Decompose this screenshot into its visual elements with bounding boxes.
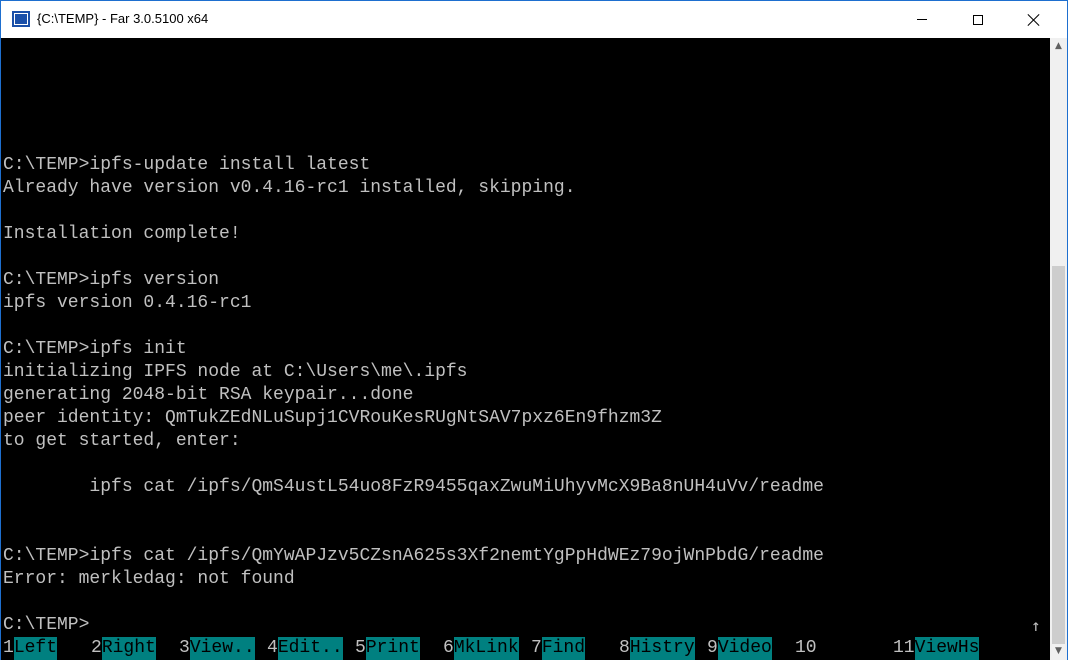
fkey-6-mklink[interactable]: 6MkLink (443, 637, 519, 660)
console-lines: C:\TEMP>ipfs-update install latest Alrea… (3, 154, 824, 637)
window-title: {C:\TEMP} - Far 3.0.5100 x64 (37, 11, 209, 26)
fkey-label: Histry (629, 637, 695, 660)
fkey-4-edit[interactable]: 4Edit.. (267, 637, 343, 660)
close-icon (1028, 14, 1040, 26)
maximize-icon (973, 14, 983, 25)
fkey-label: Print (365, 637, 420, 660)
fkey-number: 6 (443, 637, 454, 660)
fkey-label: Find (541, 637, 586, 660)
fkey-number: 3 (179, 637, 190, 660)
fkey-7-find[interactable]: 7Find (531, 637, 586, 660)
console-line: ipfs cat /ipfs/QmS4ustL54uo8FzR9455qaxZw… (3, 477, 824, 497)
console-line: initializing IPFS node at C:\Users\me\.i… (3, 362, 468, 382)
fkey-number: 4 (267, 637, 278, 660)
fkey-11-viewhs[interactable]: 11ViewHs (893, 637, 980, 660)
fkey-label: Left (13, 637, 58, 660)
scroll-up-icon[interactable]: ▲ (1050, 38, 1067, 55)
fkey-label: MkLink (453, 637, 519, 660)
console-line: C:\TEMP>ipfs-update install latest (3, 155, 371, 175)
vertical-scrollbar[interactable]: ▲ ▼ (1050, 38, 1067, 660)
fkey-10[interactable]: 10 (795, 637, 817, 660)
fkey-label: Video (717, 637, 772, 660)
close-button[interactable] (1011, 1, 1057, 38)
function-key-bar: 1Left 2Right 3View.. 4Edit.. 5Print 6MkL… (1, 637, 1050, 660)
fkey-9-video[interactable]: 9Video (707, 637, 772, 660)
fkey-label: ViewHs (914, 637, 980, 660)
fkey-label: View.. (189, 637, 255, 660)
console-line: Error: merkledag: not found (3, 569, 295, 589)
fkey-3-view[interactable]: 3View.. (179, 637, 255, 660)
fkey-label: Edit.. (277, 637, 343, 660)
scroll-thumb[interactable] (1052, 266, 1065, 644)
fkey-number: 11 (893, 637, 915, 660)
fkey-label: Right (101, 637, 156, 660)
fkey-8-histry[interactable]: 8Histry (619, 637, 695, 660)
console-line: to get started, enter: (3, 431, 241, 451)
scroll-down-icon[interactable]: ▼ (1050, 643, 1067, 660)
console-line: generating 2048-bit RSA keypair...done (3, 385, 414, 405)
fkey-number: 9 (707, 637, 718, 660)
console-output[interactable]: C:\TEMP>ipfs-update install latest Alrea… (1, 38, 1050, 637)
console-line: ipfs version 0.4.16-rc1 (3, 293, 252, 313)
minimize-button[interactable] (899, 1, 945, 38)
fkey-number: 7 (531, 637, 542, 660)
console-line: C:\TEMP>ipfs cat /ipfs/QmYwAPJzv5CZsnA62… (3, 546, 824, 566)
console-line: Already have version v0.4.16-rc1 install… (3, 178, 576, 198)
command-prompt[interactable]: C:\TEMP> (3, 614, 824, 637)
fkey-5-print[interactable]: 5Print (355, 637, 420, 660)
fkey-1-left[interactable]: 1Left (3, 637, 58, 660)
fkey-number: 2 (91, 637, 102, 660)
far-manager-icon[interactable] (12, 11, 30, 27)
console-line: Installation complete! (3, 224, 241, 244)
console-line: C:\TEMP>ipfs init (3, 339, 187, 359)
maximize-button[interactable] (955, 1, 1001, 38)
title-bar[interactable]: {C:\TEMP} - Far 3.0.5100 x64 (1, 1, 1067, 38)
fkey-number: 10 (795, 637, 817, 660)
scroll-arrow-icon: ↑ (1031, 616, 1041, 635)
console-line: peer identity: QmTukZEdNLuSupj1CVRouKesR… (3, 408, 662, 428)
fkey-number: 1 (3, 637, 14, 660)
fkey-number: 8 (619, 637, 630, 660)
fkey-number: 5 (355, 637, 366, 660)
minimize-icon (917, 19, 927, 20)
far-manager-window: {C:\TEMP} - Far 3.0.5100 x64 C:\TEMP>ipf… (0, 0, 1068, 660)
fkey-2-right[interactable]: 2Right (91, 637, 156, 660)
console-line: C:\TEMP>ipfs version (3, 270, 220, 290)
